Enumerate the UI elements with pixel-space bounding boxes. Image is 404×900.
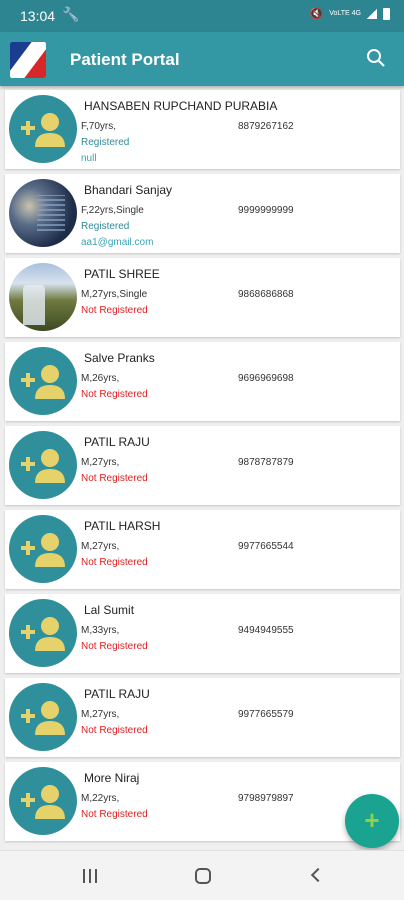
- app-logo: [10, 42, 46, 78]
- add-person-icon: [9, 95, 77, 163]
- patient-card[interactable]: HANSABEN RUPCHAND PURABIA F,70yrs, 8879267…: [5, 90, 400, 169]
- patient-list[interactable]: HANSABEN RUPCHAND PURABIA F,70yrs, 8879267…: [0, 86, 404, 850]
- registration-status: Not Registered: [81, 473, 148, 484]
- patient-name: HANSABEN RUPCHAND PURABIA: [84, 99, 278, 113]
- patient-email: null: [81, 153, 97, 164]
- patient-details: M,22yrs,: [81, 793, 120, 804]
- patient-card[interactable]: More Niraj M,22yrs, 9798979897 Not Register…: [5, 762, 400, 841]
- patient-name: PATIL SHREE: [84, 267, 160, 281]
- patient-card[interactable]: PATIL RAJU M,27yrs, 9977665579 Not Register…: [5, 678, 400, 757]
- patient-phone: 9977665544: [238, 541, 294, 552]
- add-person-icon: [9, 767, 77, 835]
- app-title: Patient Portal: [70, 50, 180, 69]
- search-icon[interactable]: [366, 48, 386, 68]
- system-nav-bar: [0, 850, 404, 900]
- patient-phone: 9798979897: [238, 793, 294, 804]
- patient-phone: 9878787879: [238, 457, 294, 468]
- patient-card[interactable]: PATIL RAJU M,27yrs, 9878787879 Not Register…: [5, 426, 400, 505]
- system-icons: 🔇 VoLTE 4G: [310, 7, 390, 20]
- signal-icon: [367, 8, 377, 19]
- registration-status: Not Registered: [81, 725, 148, 736]
- add-person-icon: [9, 515, 77, 583]
- registration-status: Registered: [81, 221, 130, 232]
- registration-status: Not Registered: [81, 557, 148, 568]
- add-person-icon: [9, 347, 77, 415]
- patient-name: Salve Pranks: [84, 351, 155, 365]
- patient-name: Lal Sumit: [84, 603, 135, 617]
- patient-phone: 9999999999: [238, 205, 294, 216]
- patient-card[interactable]: PATIL SHREE M,27yrs,Single 9868686868 Not R…: [5, 258, 400, 337]
- patient-name: PATIL HARSH: [84, 519, 161, 533]
- patient-phone: 9977665579: [238, 709, 294, 720]
- registration-status: Not Registered: [81, 809, 148, 820]
- add-patient-button[interactable]: +: [345, 794, 399, 848]
- patient-name: PATIL RAJU: [84, 687, 150, 701]
- back-icon[interactable]: [306, 865, 330, 887]
- registration-status: Not Registered: [81, 641, 148, 652]
- patient-details: M,27yrs,: [81, 709, 120, 720]
- patient-details: F,22yrs,Single: [81, 205, 144, 216]
- patient-details: M,27yrs,: [81, 457, 120, 468]
- patient-details: M,26yrs,: [81, 373, 120, 384]
- patient-name: PATIL RAJU: [84, 435, 150, 449]
- patient-card[interactable]: Bhandari Sanjay F,22yrs,Single 9999999999 R…: [5, 174, 400, 253]
- add-person-icon: [9, 431, 77, 499]
- patient-details: M,33yrs,: [81, 625, 120, 636]
- network-label: VoLTE 4G: [329, 10, 361, 17]
- patient-avatar: [9, 263, 77, 331]
- registration-status: Not Registered: [81, 305, 148, 316]
- patient-card[interactable]: Lal Sumit M,33yrs, 9494949555 Not Registere…: [5, 594, 400, 673]
- patient-phone: 8879267162: [238, 121, 294, 132]
- app-bar: Patient Portal: [0, 32, 404, 86]
- patient-details: M,27yrs,: [81, 541, 120, 552]
- recent-apps-icon[interactable]: [78, 865, 102, 887]
- home-icon[interactable]: [191, 865, 215, 887]
- patient-card[interactable]: PATIL HARSH M,27yrs, 9977665544 Not Registe…: [5, 510, 400, 589]
- patient-name: Bhandari Sanjay: [84, 183, 173, 197]
- patient-email: aa1@gmail.com: [81, 237, 154, 248]
- patient-card[interactable]: Salve Pranks M,26yrs, 9696969698 Not Regist…: [5, 342, 400, 421]
- status-bar: 13:04 🔧 🔇 VoLTE 4G: [0, 0, 404, 32]
- battery-icon: [383, 7, 390, 20]
- patient-details: F,70yrs,: [81, 121, 117, 132]
- patient-phone: 9696969698: [238, 373, 294, 384]
- clock: 13:04: [20, 8, 56, 24]
- patient-phone: 9868686868: [238, 289, 294, 300]
- add-person-icon: [9, 683, 77, 751]
- mute-icon: 🔇: [309, 8, 324, 20]
- patient-avatar: [9, 179, 77, 247]
- patient-phone: 9494949555: [238, 625, 294, 636]
- add-person-icon: [9, 599, 77, 667]
- wrench-icon: 🔧: [62, 6, 80, 22]
- registration-status: Registered: [81, 137, 130, 148]
- patient-name: More Niraj: [84, 771, 140, 785]
- patient-details: M,27yrs,Single: [81, 289, 148, 300]
- registration-status: Not Registered: [81, 389, 148, 400]
